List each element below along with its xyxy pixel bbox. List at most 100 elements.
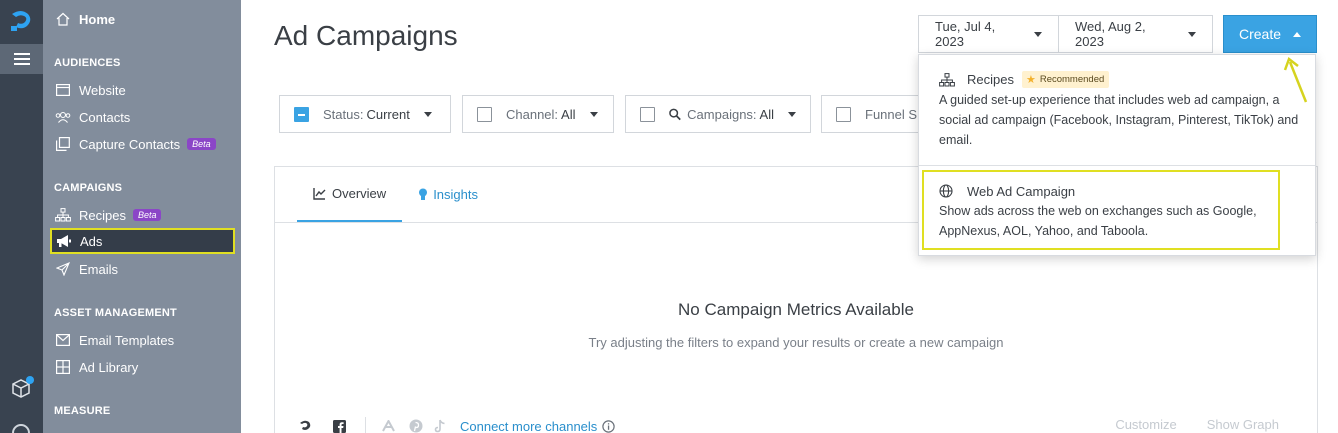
divider — [365, 417, 366, 433]
sidebar-item-ads[interactable]: Ads — [50, 228, 235, 254]
hamburger-icon — [13, 53, 30, 65]
sidebar-item-label: Emails — [79, 261, 119, 277]
caret-down-icon — [1034, 31, 1042, 37]
sidebar-item-contacts[interactable]: Contacts — [51, 104, 130, 130]
tab-overview[interactable]: Overview — [297, 167, 403, 222]
pinterest-icon[interactable] — [408, 418, 424, 433]
home-icon — [55, 11, 71, 27]
tab-label: Insights — [433, 187, 478, 202]
sidebar-item-label: Contacts — [79, 109, 131, 125]
filter-label: Funnel S — [865, 106, 918, 122]
brand-channel-icon[interactable] — [297, 418, 313, 433]
filter-label: Channel: — [506, 106, 559, 122]
menu-toggle-button[interactable] — [0, 44, 43, 74]
facebook-icon[interactable] — [331, 418, 347, 433]
channel-checkbox[interactable] — [477, 106, 492, 122]
sitemap-icon — [939, 72, 955, 88]
sidebar-item-label: Home — [79, 11, 116, 27]
section-heading-measure: MEASURE — [54, 405, 111, 417]
menu-item-recipes[interactable]: Recipes ★ Recommended A guided set-up ex… — [939, 71, 1299, 150]
browser-icon — [55, 82, 71, 98]
channel-filter[interactable]: Channel: All — [462, 95, 614, 133]
caret-down-icon — [423, 111, 432, 117]
sidebar-item-label: Website — [79, 82, 126, 98]
sidebar-item-label: Capture Contacts — [79, 136, 181, 152]
users-icon — [55, 109, 71, 125]
sidebar: Home AUDIENCES Website Contacts Capture … — [43, 0, 241, 433]
create-label: Create — [1238, 26, 1282, 42]
highlight-box — [922, 170, 1280, 250]
sidebar-item-label: Ad Library — [79, 359, 139, 375]
envelope-icon — [55, 332, 71, 348]
start-date-picker[interactable]: Tue, Jul 4, 2023 — [918, 15, 1059, 53]
filter-label: Status: — [323, 106, 364, 122]
section-heading-audiences: AUDIENCES — [54, 57, 121, 69]
filter-value: Current — [366, 106, 410, 122]
megaphone-icon — [56, 233, 72, 249]
channel-bar: Connect more channels — [297, 417, 616, 433]
recommended-badge: ★ Recommended — [1021, 71, 1110, 88]
icon-rail — [0, 0, 43, 433]
filter-value: All — [759, 106, 774, 122]
sidebar-item-recipes[interactable]: Recipes Beta — [51, 202, 162, 228]
empty-state-title: No Campaign Metrics Available — [678, 300, 914, 319]
status-filter[interactable]: Status: Current — [279, 95, 451, 133]
grid-icon — [55, 359, 71, 375]
chart-tools: Customize Show Graph — [1085, 417, 1279, 432]
section-heading-campaigns: CAMPAIGNS — [54, 182, 123, 194]
customize-button[interactable]: Customize — [1115, 417, 1176, 432]
line-chart-icon — [313, 187, 326, 200]
app-logo-icon[interactable] — [8, 8, 34, 34]
sidebar-item-email-templates[interactable]: Email Templates — [51, 327, 174, 353]
sidebar-item-label: Email Templates — [79, 332, 175, 348]
filter-value: All — [561, 106, 576, 122]
ad-network-icon[interactable] — [380, 418, 396, 433]
page-title: Ad Campaigns — [274, 20, 458, 51]
sidebar-item-capture-contacts[interactable]: Capture Contacts Beta — [51, 131, 216, 157]
help-icon[interactable] — [12, 424, 30, 433]
sidebar-item-ad-library[interactable]: Ad Library — [51, 354, 138, 380]
copy-icon — [55, 136, 71, 152]
caret-down-icon — [788, 111, 796, 117]
whats-new-button[interactable] — [11, 376, 34, 400]
recommended-label: Recommended — [1039, 74, 1105, 85]
tab-insights[interactable]: Insights — [402, 167, 494, 222]
lightbulb-icon — [419, 188, 428, 200]
beta-badge: Beta — [132, 209, 162, 221]
caret-down-icon — [589, 111, 598, 117]
sitemap-icon — [55, 207, 71, 223]
sidebar-item-home[interactable]: Home — [51, 6, 115, 32]
connect-more-channels-link[interactable]: Connect more channels — [460, 419, 597, 433]
end-date-picker[interactable]: Wed, Aug 2, 2023 — [1058, 15, 1213, 53]
annotation-arrow-icon — [1283, 56, 1308, 103]
create-button[interactable]: Create — [1223, 15, 1317, 53]
star-icon: ★ — [1025, 74, 1036, 86]
tab-bar: Overview Insights — [297, 167, 494, 222]
tab-label: Overview — [332, 186, 387, 201]
beta-badge: Beta — [187, 138, 216, 150]
end-date-label: Wed, Aug 2, 2023 — [1075, 19, 1146, 49]
caret-up-icon — [1293, 31, 1302, 37]
show-graph-button[interactable]: Show Graph — [1207, 417, 1279, 432]
sidebar-item-label: Ads — [80, 233, 103, 249]
status-checkbox[interactable] — [294, 106, 309, 122]
paper-plane-icon — [55, 261, 71, 277]
divider — [919, 165, 1315, 166]
caret-down-icon — [1188, 31, 1196, 37]
funnel-checkbox[interactable] — [836, 106, 851, 122]
menu-item-title: Recipes — [967, 72, 1014, 87]
filter-label: Campaigns: — [687, 106, 757, 122]
section-heading-asset-management: ASSET MANAGEMENT — [54, 307, 177, 319]
funnel-filter[interactable]: Funnel S — [821, 95, 931, 133]
menu-item-description: A guided set-up experience that includes… — [939, 93, 1299, 147]
tiktok-icon[interactable] — [432, 418, 448, 433]
campaigns-checkbox[interactable] — [640, 106, 655, 122]
notification-dot — [26, 376, 34, 384]
sidebar-item-emails[interactable]: Emails — [51, 256, 118, 282]
search-icon — [669, 108, 681, 120]
sidebar-item-label: Recipes — [79, 207, 126, 223]
sidebar-item-website[interactable]: Website — [51, 77, 126, 103]
campaigns-filter[interactable]: Campaigns: All — [625, 95, 811, 133]
start-date-label: Tue, Jul 4, 2023 — [935, 19, 996, 49]
info-icon[interactable] — [602, 419, 616, 433]
